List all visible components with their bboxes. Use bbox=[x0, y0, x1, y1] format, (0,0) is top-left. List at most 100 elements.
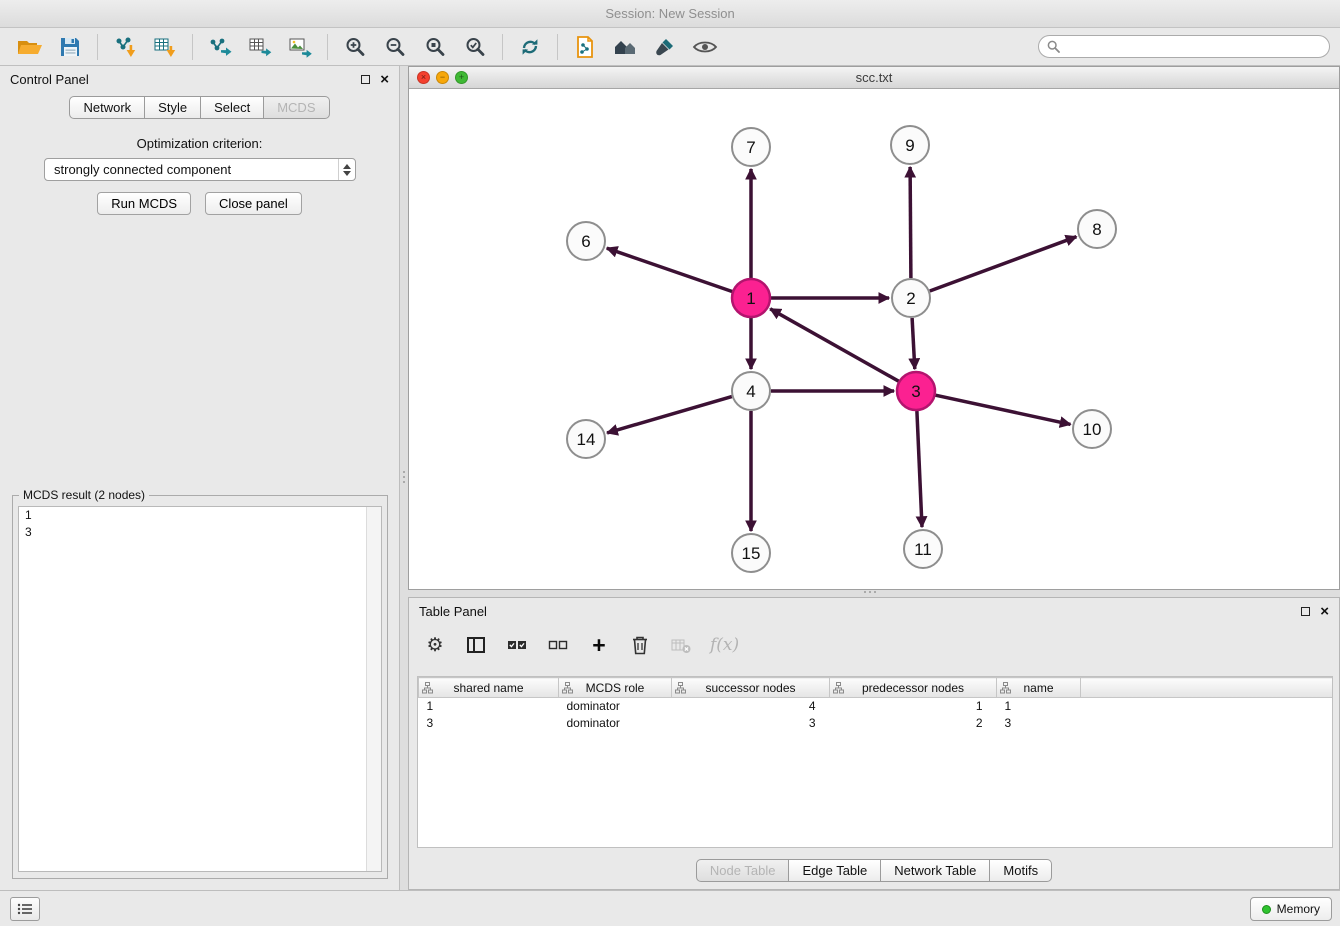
select-all-rows-button[interactable] bbox=[505, 631, 529, 659]
clone-network-button[interactable] bbox=[567, 32, 603, 62]
import-network-icon bbox=[113, 36, 137, 58]
node-9[interactable]: 9 bbox=[891, 126, 929, 164]
close-window-icon[interactable]: × bbox=[417, 71, 430, 84]
node-14[interactable]: 14 bbox=[567, 420, 605, 458]
close-panel-icon[interactable]: × bbox=[380, 72, 389, 87]
table-cell[interactable]: 1 bbox=[830, 698, 997, 715]
table-toolbar: ⚙ bbox=[423, 624, 739, 666]
criterion-dropdown[interactable]: strongly connected component bbox=[44, 158, 356, 181]
network-canvas[interactable]: 7 9 6 8 1 2 4 3 14 10 15 11 bbox=[409, 89, 1339, 589]
float-panel-icon[interactable] bbox=[1301, 607, 1310, 616]
edge-2-9[interactable] bbox=[910, 167, 911, 278]
table-settings-button[interactable]: ⚙ bbox=[423, 631, 447, 659]
import-network-button[interactable] bbox=[107, 32, 143, 62]
table-cell[interactable]: 4 bbox=[672, 698, 830, 715]
minimize-window-icon[interactable]: − bbox=[436, 71, 449, 84]
column-header-predecessor-nodes[interactable]: predecessor nodes bbox=[830, 678, 997, 698]
node-8[interactable]: 8 bbox=[1078, 210, 1116, 248]
edge-3-10[interactable] bbox=[936, 395, 1071, 424]
deselect-all-rows-button[interactable] bbox=[546, 631, 570, 659]
node-11[interactable]: 11 bbox=[904, 530, 942, 568]
search-box[interactable] bbox=[1038, 35, 1330, 58]
show-graphics-button[interactable] bbox=[687, 32, 723, 62]
table-cell[interactable]: 3 bbox=[672, 715, 830, 732]
table-cell[interactable]: 1 bbox=[997, 698, 1081, 715]
column-header-name[interactable]: name bbox=[997, 678, 1081, 698]
node-3[interactable]: 3 bbox=[897, 372, 935, 410]
show-panel-toggle-button[interactable] bbox=[10, 897, 40, 921]
table-row[interactable]: 3dominator323 bbox=[419, 715, 1334, 732]
column-header-shared-name[interactable]: shared name bbox=[419, 678, 559, 698]
node-15[interactable]: 15 bbox=[732, 534, 770, 572]
tab-mcds[interactable]: MCDS bbox=[264, 96, 329, 119]
edge-2-3[interactable] bbox=[912, 318, 915, 369]
node-1[interactable]: 1 bbox=[732, 279, 770, 317]
vertical-splitter-handle[interactable] bbox=[401, 466, 407, 488]
search-icon bbox=[1047, 40, 1060, 53]
tab-style[interactable]: Style bbox=[145, 96, 201, 119]
svg-text:3: 3 bbox=[911, 382, 920, 401]
node-10[interactable]: 10 bbox=[1073, 410, 1111, 448]
delete-column-button[interactable] bbox=[628, 631, 652, 659]
table-row[interactable]: 1dominator411 bbox=[419, 698, 1334, 715]
node-6[interactable]: 6 bbox=[567, 222, 605, 260]
run-mcds-button[interactable]: Run MCDS bbox=[97, 192, 191, 215]
search-input[interactable] bbox=[1065, 39, 1321, 54]
home-button[interactable] bbox=[607, 32, 643, 62]
edge-3-11[interactable] bbox=[917, 411, 922, 527]
tab-network-table[interactable]: Network Table bbox=[881, 859, 990, 882]
tab-edge-table[interactable]: Edge Table bbox=[789, 859, 881, 882]
zoom-fit-button[interactable] bbox=[417, 32, 453, 62]
column-header-MCDS-role[interactable]: MCDS role bbox=[559, 678, 672, 698]
optimization-criterion-label: Optimization criterion: bbox=[0, 136, 399, 151]
zoom-fit-icon bbox=[424, 36, 446, 58]
zoom-selected-button[interactable] bbox=[457, 32, 493, 62]
delete-table-button-disabled[interactable] bbox=[669, 631, 693, 659]
memory-button[interactable]: Memory bbox=[1250, 897, 1332, 921]
close-panel-icon[interactable]: × bbox=[1320, 604, 1329, 619]
export-table-button[interactable] bbox=[242, 32, 278, 62]
zoom-in-button[interactable] bbox=[337, 32, 373, 62]
save-session-button[interactable] bbox=[52, 32, 88, 62]
table-cell[interactable]: dominator bbox=[559, 698, 672, 715]
float-panel-icon[interactable] bbox=[361, 75, 370, 84]
mcds-result-item[interactable]: 3 bbox=[19, 524, 365, 541]
criterion-dropdown-value: strongly connected component bbox=[54, 162, 338, 177]
export-image-button[interactable] bbox=[282, 32, 318, 62]
export-network-icon bbox=[208, 36, 232, 58]
tab-node-table[interactable]: Node Table bbox=[696, 859, 790, 882]
tab-network[interactable]: Network bbox=[69, 96, 145, 119]
style-brush-button[interactable] bbox=[647, 32, 683, 62]
show-columns-button[interactable] bbox=[464, 631, 488, 659]
node-7[interactable]: 7 bbox=[732, 128, 770, 166]
edge-3-1[interactable] bbox=[770, 309, 898, 381]
refresh-view-button[interactable] bbox=[512, 32, 548, 62]
add-column-button[interactable]: + bbox=[587, 631, 611, 659]
import-table-button[interactable] bbox=[147, 32, 183, 62]
close-panel-button[interactable]: Close panel bbox=[205, 192, 302, 215]
control-panel-header: Control Panel × bbox=[0, 66, 399, 92]
tab-motifs[interactable]: Motifs bbox=[990, 859, 1052, 882]
maximize-window-icon[interactable]: + bbox=[455, 71, 468, 84]
result-scrollbar[interactable] bbox=[366, 507, 381, 871]
table-cell[interactable]: 1 bbox=[419, 698, 559, 715]
table-cell[interactable]: 3 bbox=[419, 715, 559, 732]
zoom-out-button[interactable] bbox=[377, 32, 413, 62]
function-builder-button-disabled[interactable]: f(x) bbox=[710, 631, 739, 659]
table-cell[interactable]: dominator bbox=[559, 715, 672, 732]
mcds-result-item[interactable]: 1 bbox=[19, 507, 365, 524]
export-network-button[interactable] bbox=[202, 32, 238, 62]
table-cell[interactable]: 2 bbox=[830, 715, 997, 732]
edge-1-6[interactable] bbox=[607, 248, 732, 291]
table-cell[interactable]: 3 bbox=[997, 715, 1081, 732]
import-table-icon bbox=[153, 36, 177, 58]
node-4[interactable]: 4 bbox=[732, 372, 770, 410]
edge-4-14[interactable] bbox=[607, 397, 732, 433]
column-header-successor-nodes[interactable]: successor nodes bbox=[672, 678, 830, 698]
svg-text:4: 4 bbox=[746, 382, 755, 401]
open-file-button[interactable] bbox=[12, 32, 48, 62]
edge-2-8[interactable] bbox=[930, 237, 1077, 291]
tab-select[interactable]: Select bbox=[201, 96, 264, 119]
svg-text:2: 2 bbox=[906, 289, 915, 308]
node-2[interactable]: 2 bbox=[892, 279, 930, 317]
